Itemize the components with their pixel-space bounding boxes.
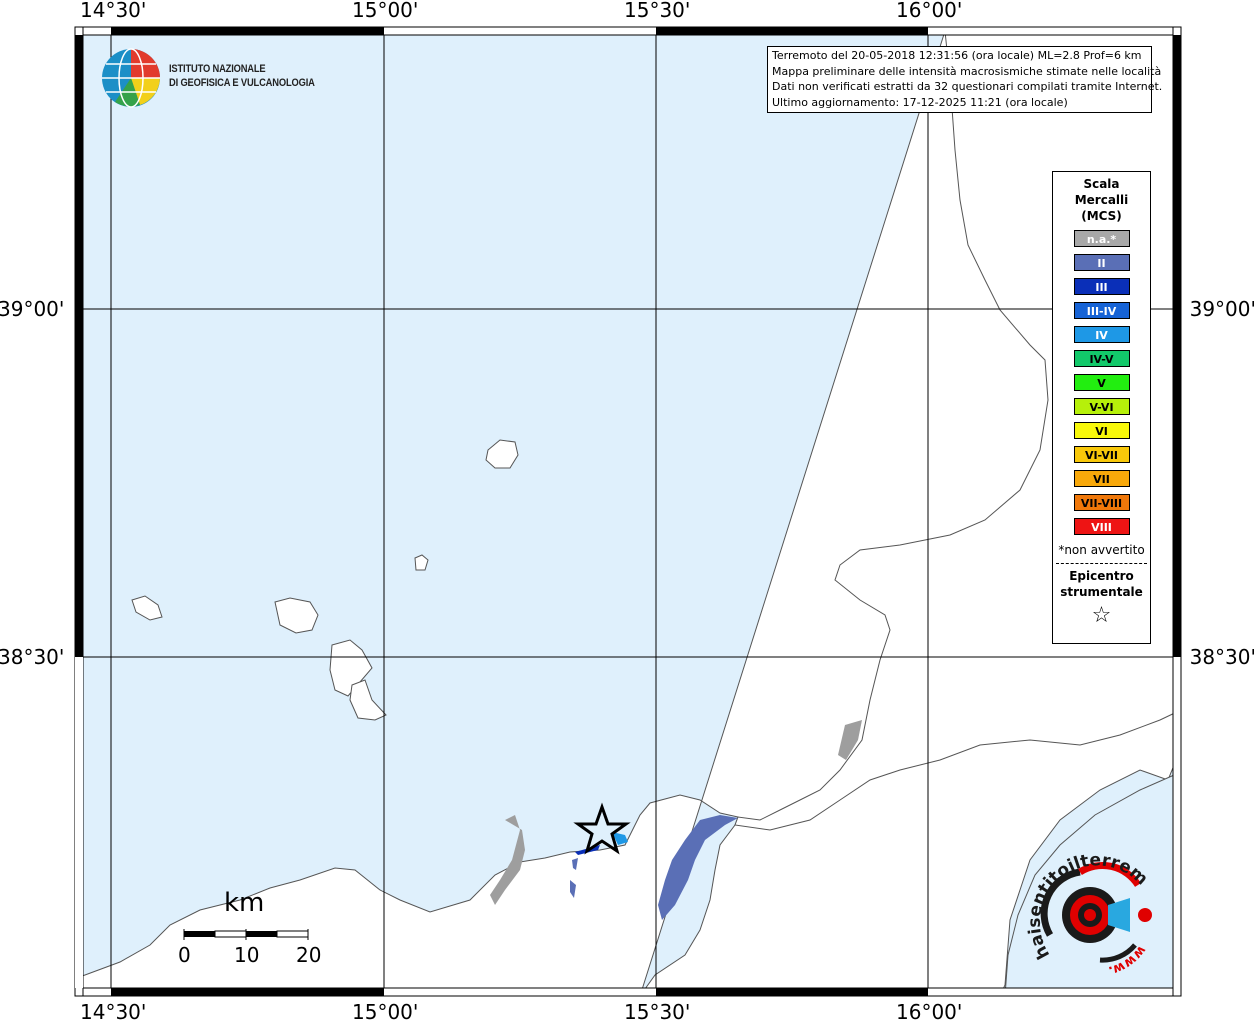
legend-swatch-2: III: [1073, 278, 1130, 295]
legend-star-icon: ☆: [1091, 603, 1112, 628]
scale-label-10: 10: [234, 943, 260, 967]
legend-divider: [1056, 563, 1147, 564]
legend-title-3: (MCS): [1081, 209, 1122, 223]
event-info-box: Terremoto del 20-05-2018 12:31:56 (ora l…: [767, 46, 1163, 113]
scale-unit: km: [224, 888, 265, 918]
legend-swatch-7: V-VI: [1073, 398, 1130, 415]
haisentito-url: haisentitoilterremoto.it: [1022, 850, 1152, 962]
legend-swatch-1: II: [1073, 254, 1130, 271]
mcs-legend: Scala Mercalli (MCS) n.a.* II III III-IV IV I…: [1052, 171, 1151, 644]
logo-line-1: ISTITUTO NAZIONALE: [169, 63, 266, 75]
legend-swatches: n.a.* II III III-IV IV IV-V V V-VI VI VI-VII VII VI…: [1053, 230, 1150, 535]
ingv-logo-text: ISTITUTO NAZIONALE DI GEOFISICA E VULCAN…: [169, 62, 315, 90]
legend-swatch-6: V: [1073, 374, 1130, 391]
logo-line-2: DI GEOFISICA E VULCANOLOGIA: [169, 77, 315, 89]
legend-title-2: Mercalli: [1074, 193, 1129, 207]
info-line-1: Terremoto del 20-05-2018 12:31:56 (ora l…: [772, 49, 1142, 62]
legend-swatch-0: n.a.*: [1073, 230, 1130, 247]
svg-text:www.: www.: [1107, 943, 1149, 978]
legend-swatch-12: VIII: [1073, 518, 1130, 535]
info-line-3: Dati non verificati estratti da 32 quest…: [772, 80, 1163, 93]
legend-swatch-10: VII: [1073, 470, 1130, 487]
legend-epicentre-1: Epicentro: [1069, 569, 1134, 583]
legend-swatch-3: III-IV: [1073, 302, 1130, 319]
legend-swatch-9: VI-VII: [1073, 446, 1130, 463]
info-line-4: Ultimo aggiornamento: 17-12-2025 11:21 (…: [772, 95, 1068, 109]
haisentito-www: www.: [1107, 943, 1149, 978]
haisentito-logo-text: haisentitoilterremoto.it www.: [1022, 850, 1152, 978]
scale-label-0: 0: [178, 943, 191, 967]
legend-note: *non avvertito: [1058, 543, 1145, 557]
legend-swatch-4: IV: [1073, 326, 1130, 343]
legend-swatch-5: IV-V: [1073, 350, 1130, 367]
legend-title-1: Scala: [1083, 177, 1120, 191]
scale-label-20: 20: [296, 943, 322, 967]
ingv-globe-icon: [102, 48, 160, 108]
legend-swatch-11: VII-VIII: [1073, 494, 1130, 511]
legend-epicentre-2: strumentale: [1060, 585, 1143, 599]
info-line-2: Mappa preliminare delle intensità macros…: [772, 64, 1162, 78]
legend-swatch-8: VI: [1073, 422, 1130, 439]
svg-text:haisentitoilterremoto.it: haisentitoilterremoto.it: [1022, 850, 1152, 962]
